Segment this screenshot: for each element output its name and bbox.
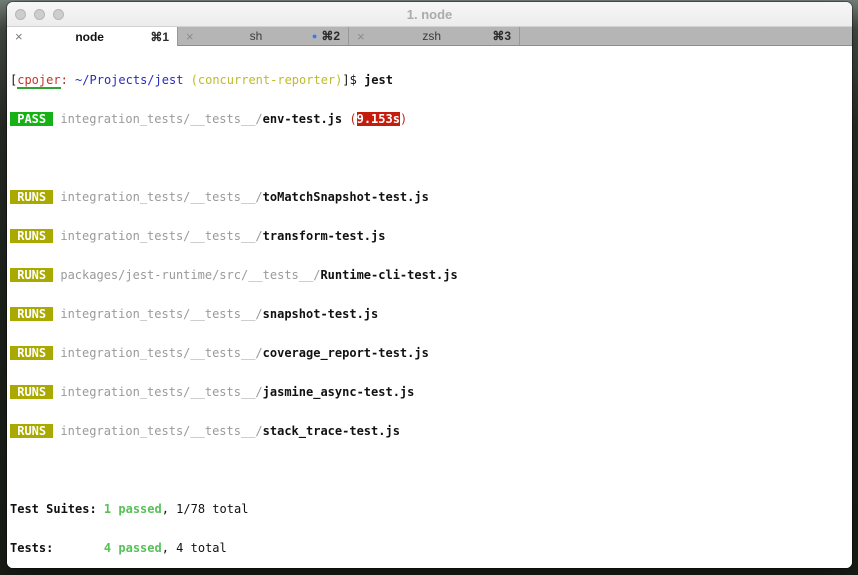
summary-test-suites: Test Suites: 1 passed, 1/78 total	[10, 502, 249, 516]
pass-badge: PASS	[10, 112, 54, 126]
tab-label: zsh	[422, 29, 441, 43]
runs-line: RUNS integration_tests/__tests__/snapsho…	[10, 307, 379, 321]
runs-badge: RUNS	[10, 424, 54, 438]
runs-line: RUNS integration_tests/__tests__/toMatch…	[10, 190, 429, 204]
tab-bar-filler	[520, 27, 852, 45]
tab-sh[interactable]: × sh ● ⌘2	[178, 27, 349, 45]
tab-label: sh	[249, 29, 263, 43]
window-titlebar[interactable]: 1. node	[7, 2, 852, 27]
tab-shortcut: ⌘2	[321, 29, 340, 43]
runs-line: RUNS integration_tests/__tests__/stack_t…	[10, 424, 400, 438]
terminal-window: 1. node × node ⌘1 × sh ● ⌘2 × zsh ⌘3 [cp…	[7, 2, 852, 568]
runs-line: RUNS packages/jest-runtime/src/__tests__…	[10, 268, 458, 282]
pass-line: PASS integration_tests/__tests__/env-tes…	[10, 112, 408, 126]
tab-shortcut: ⌘1	[150, 29, 169, 44]
tab-close-icon[interactable]: ×	[357, 29, 371, 44]
summary-tests: Tests: 4 passed, 4 total	[10, 541, 227, 555]
tab-zsh[interactable]: × zsh ⌘3	[349, 27, 520, 45]
runs-line: RUNS integration_tests/__tests__/coverag…	[10, 346, 429, 360]
tab-label: node	[75, 29, 104, 44]
runs-badge: RUNS	[10, 385, 54, 399]
tab-close-icon[interactable]: ×	[15, 29, 29, 44]
terminal-content[interactable]: [cpojer: ~/Projects/jest (concurrent-rep…	[7, 47, 852, 568]
prompt-line: [cpojer: ~/Projects/jest (concurrent-rep…	[10, 73, 393, 89]
prompt-command: jest	[364, 73, 393, 87]
runs-line: RUNS integration_tests/__tests__/jasmine…	[10, 385, 415, 399]
runs-line: RUNS integration_tests/__tests__/transfo…	[10, 229, 386, 243]
tab-close-icon[interactable]: ×	[186, 29, 200, 44]
window-title: 1. node	[406, 7, 453, 22]
runs-badge: RUNS	[10, 268, 54, 282]
runs-badge: RUNS	[10, 346, 54, 360]
slow-time-badge: 9.153s	[356, 112, 400, 126]
tab-node[interactable]: × node ⌘1	[7, 27, 178, 46]
prompt-path: ~/Projects/jest	[75, 73, 184, 87]
desktop-background: 1. node × node ⌘1 × sh ● ⌘2 × zsh ⌘3 [cp…	[0, 0, 858, 575]
prompt-user: cpojer	[17, 73, 61, 89]
activity-dot-icon: ●	[311, 31, 318, 41]
runs-badge: RUNS	[10, 190, 54, 204]
prompt-git-branch: (concurrent-reporter)	[183, 73, 343, 87]
runs-badge: RUNS	[10, 307, 54, 321]
runs-badge: RUNS	[10, 229, 54, 243]
tab-shortcut: ⌘3	[492, 29, 511, 43]
tab-bar: × node ⌘1 × sh ● ⌘2 × zsh ⌘3	[7, 27, 852, 46]
